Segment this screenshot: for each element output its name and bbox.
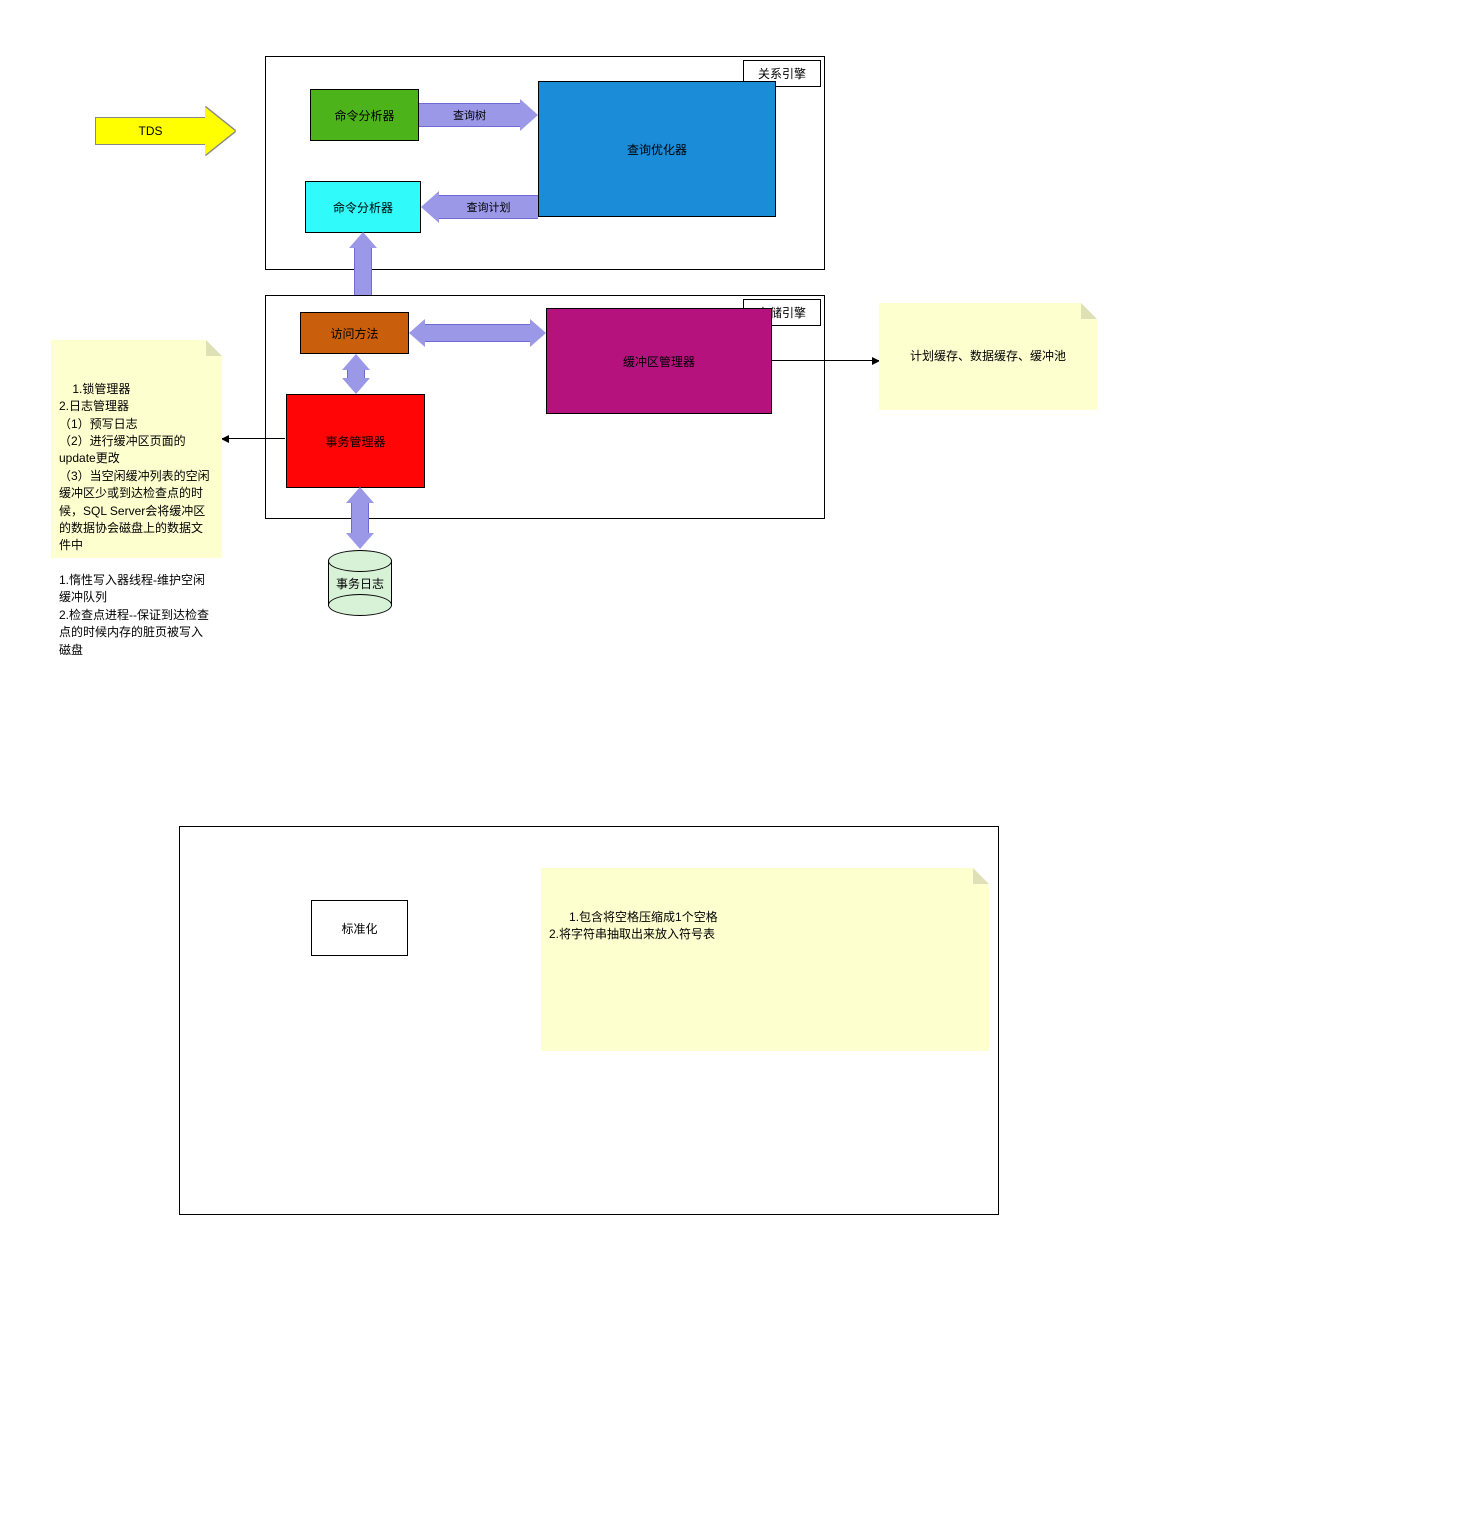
storage-engine-container: 存储引擎 访问方法 缓冲区管理器 事务管理器 (265, 295, 825, 519)
query-plan-arrow: 查询计划 (421, 196, 538, 218)
tds-arrow: TDS (95, 107, 235, 155)
right-note-text: 计划缓存、数据缓存、缓冲池 (910, 348, 1066, 365)
arrow-access-buffer (409, 319, 546, 347)
query-plan-label: 查询计划 (439, 195, 538, 219)
lower-note-text: 1.包含将空格压缩成1个空格 2.将字符串抽取出来放入符号表 (549, 910, 718, 941)
command-analyzer-top: 命令分析器 (310, 89, 419, 141)
normalize-box: 标准化 (311, 900, 408, 956)
note-fold-icon (973, 868, 989, 884)
arrow-transaction-log (346, 487, 374, 549)
left-note-text: 1.锁管理器 2.日志管理器 （1）预写日志 （2）进行缓冲区页面的update… (59, 382, 210, 657)
arrow-access-transaction (342, 354, 370, 394)
tds-arrow-label: TDS (95, 117, 205, 145)
cylinder-label: 事务日志 (336, 575, 384, 592)
query-optimizer: 查询优化器 (538, 81, 776, 217)
lower-container: 标准化 1.包含将空格压缩成1个空格 2.将字符串抽取出来放入符号表 (179, 826, 999, 1215)
right-note: 计划缓存、数据缓存、缓冲池 (879, 303, 1097, 410)
command-analyzer-bottom: 命令分析器 (305, 181, 421, 233)
transaction-log-cylinder: 事务日志 (328, 560, 392, 606)
lower-note: 1.包含将空格压缩成1个空格 2.将字符串抽取出来放入符号表 (541, 868, 989, 1051)
note-fold-icon (206, 340, 222, 356)
diagram-canvas: TDS 关系引擎 命令分析器 查询优化器 查询树 命令分析器 查询计划 存储引擎… (0, 0, 1474, 1532)
buffer-manager: 缓冲区管理器 (546, 308, 772, 414)
query-tree-label: 查询树 (419, 103, 520, 127)
query-tree-arrow: 查询树 (419, 104, 538, 126)
note-fold-icon (1081, 303, 1097, 319)
arrow-to-left-note (222, 438, 285, 439)
arrow-to-right-note (772, 360, 879, 361)
access-method: 访问方法 (300, 312, 409, 354)
transaction-manager: 事务管理器 (286, 394, 425, 488)
left-note: 1.锁管理器 2.日志管理器 （1）预写日志 （2）进行缓冲区页面的update… (51, 340, 222, 558)
